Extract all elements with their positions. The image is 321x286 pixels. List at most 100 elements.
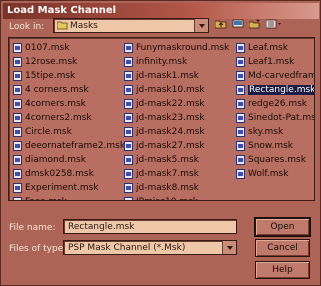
file-list-item[interactable]: Snow.msk [236,139,314,153]
mask-file-icon [13,71,22,81]
file-type-dropdown-button[interactable] [222,241,236,254]
look-in-label: Look in: [9,22,45,32]
file-list-item[interactable]: 4 corners.msk [13,83,125,97]
file-list-item[interactable]: jd-mask5.msk [124,153,229,167]
mask-file-icon [13,127,22,137]
help-button[interactable]: Help [255,261,310,279]
mask-file-icon [13,85,22,95]
load-mask-dialog: Load Mask Channel Look in: Masks 0107.ms… [0,0,321,286]
mask-file-icon [124,197,133,200]
file-list-item-label: diamond.msk [25,155,86,165]
file-list-item-label: Funymaskround.msk [136,43,230,53]
mask-file-icon [124,57,133,67]
file-list-item[interactable]: redge26.msk [236,97,314,111]
file-list-item[interactable]: Rectangle.msk [236,83,315,97]
file-list-item[interactable]: Leaf1.msk [236,55,314,69]
folder-up-icon[interactable] [214,18,228,30]
file-list-item[interactable]: 4corners2.msk [13,111,125,125]
file-list-item-label: infinity.msk [136,57,188,67]
file-list-item-label: jd-mask24.msk [136,127,205,137]
new-folder-icon[interactable] [248,18,262,30]
mask-file-icon [124,155,133,165]
file-list-item-label: jd-mask7.msk [136,169,199,179]
file-list-item-label: sky.msk [248,127,284,137]
file-list-item-label: Wolf.msk [248,169,289,179]
file-list-item[interactable]: 15tipe.msk [13,69,125,83]
file-list-item-label: jd-mask8.msk [136,183,199,193]
chevron-down-icon [226,245,233,250]
look-in-dropdown-button[interactable] [194,19,208,32]
file-list-item[interactable]: Squares.msk [236,153,314,167]
mask-file-icon [124,113,133,123]
mask-file-icon [236,141,245,151]
file-list-item[interactable]: 12rose.msk [13,55,125,69]
file-list-item[interactable]: Circle.msk [13,125,125,139]
file-list-item[interactable]: dmsk0258.msk [13,167,125,181]
cancel-button[interactable]: Cancel [255,239,310,257]
file-list-item[interactable]: jd-mask1.msk [124,69,229,83]
file-list-item[interactable]: 0107.msk [13,41,125,55]
file-list-item[interactable]: jd-mask7.msk [124,167,229,181]
file-list[interactable]: 0107.msk 12rose.msk 15tipe.msk 4 corners.ms… [8,37,315,201]
file-list-item[interactable]: 4corners.msk [13,97,125,111]
mask-file-icon [236,43,245,53]
file-list-item[interactable]: jd-mask27.msk [124,139,229,153]
desktop-icon[interactable] [231,18,245,30]
file-list-item[interactable]: Experiment.msk [13,181,125,195]
file-list-item[interactable]: Md-carvedframe [236,69,315,83]
mask-file-icon [236,113,245,123]
file-list-item-label: jd-mask23.msk [136,113,205,123]
file-type-dropdown[interactable]: PSP Mask Channel (*.Msk) [63,240,237,255]
file-list-item-label: Experiment.msk [25,183,99,193]
file-list-item[interactable]: Sinedot-Pat.msk [236,111,314,125]
file-list-item-label: 4 corners.msk [25,85,89,95]
file-list-item-label: Leaf.msk [248,43,288,53]
file-column-1: 0107.msk 12rose.msk 15tipe.msk 4 corners.ms… [13,41,125,200]
mask-file-icon [236,155,245,165]
file-list-item-label: 4corners2.msk [25,113,92,123]
file-list-item-label: jd-mask27.msk [136,141,205,151]
mask-file-icon [236,99,245,109]
file-list-item-label: deeornateframe2.msk [25,141,126,151]
title-bar[interactable]: Load Mask Channel [3,3,319,19]
file-type-value: PSP Mask Channel (*.Msk) [68,243,186,253]
file-list-item[interactable]: sky.msk [236,125,314,139]
look-in-dropdown[interactable]: Masks [53,18,209,33]
mask-file-icon [236,127,245,137]
file-list-item[interactable]: jd-mask24.msk [124,125,229,139]
mask-file-icon [124,127,133,137]
file-list-item[interactable]: JPmisc10.msk [124,195,229,200]
file-list-item[interactable]: Wolf.msk [236,167,314,181]
mask-file-icon [13,197,22,200]
file-list-item[interactable]: jd-mask8.msk [124,181,229,195]
file-list-item-label: 12rose.msk [25,57,78,67]
file-list-item-label: Leaf1.msk [248,57,295,67]
file-list-item[interactable]: Leaf.msk [236,41,314,55]
file-list-item-label: jd-mask22.msk [136,99,205,109]
file-list-item[interactable]: jd-mask10.msk [124,83,229,97]
file-list-item-label: dmsk0258.msk [25,169,94,179]
file-list-item[interactable]: jd-mask22.msk [124,97,229,111]
file-name-label: File name: [9,223,56,233]
file-list-item-label: 0107.msk [25,43,70,53]
open-button[interactable]: Open [254,217,311,237]
file-list-item[interactable]: infinity.msk [124,55,229,69]
file-list-item[interactable]: deeornateframe2.msk [13,139,125,153]
mask-file-icon [236,71,245,81]
mask-file-icon [124,43,133,53]
view-menu-icon[interactable] [265,18,285,30]
file-name-input[interactable]: Rectangle.msk [63,219,237,234]
file-list-item-label: Rectangle.msk [248,85,315,95]
file-list-item-label: Md-carvedframe [248,71,315,81]
file-type-label: Files of type: [9,244,67,254]
file-list-item-label: Squares.msk [248,155,306,165]
file-list-item[interactable]: Funymaskround.msk [124,41,229,55]
file-list-item[interactable]: Face.msk [13,195,125,200]
file-name-value: Rectangle.msk [68,222,135,232]
file-list-item[interactable]: diamond.msk [13,153,125,167]
chevron-down-icon [198,23,205,28]
mask-file-icon [236,57,245,67]
mask-file-icon [124,141,133,151]
file-list-item[interactable]: jd-mask23.msk [124,111,229,125]
file-list-item-label: Snow.msk [248,141,293,151]
